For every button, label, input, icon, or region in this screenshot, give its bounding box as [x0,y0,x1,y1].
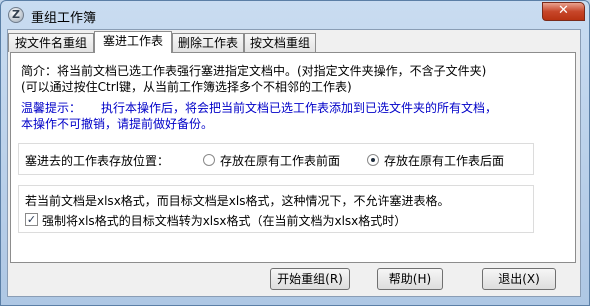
warning-line-2: 本操作不可撤销，请提前做好备份。 [21,117,214,131]
window-title: 重组工作簿 [31,11,97,26]
format-group: 若当前文档是xlsx格式，而目标文档是xls格式，这种情况下，不允许塞进表格。 … [18,185,534,233]
warning-line-1: 执行本操作后，将会把当前文档已选工作表添加到已选文件夹的所有文档， [101,101,498,115]
exit-button[interactable]: 退出(X) [482,268,556,290]
position-label: 塞进去的工作表存放位置： [25,154,170,168]
force-xlsx-checkbox[interactable]: ✓ [25,213,38,226]
close-button[interactable]: ✕ [542,2,585,21]
title-bar[interactable]: Z 重组工作簿 ✕ [1,1,589,29]
warning-label: 温馨提示： [21,101,82,115]
format-note: 若当前文档是xlsx格式，而目标文档是xls格式，这种情况下，不允许塞进表格。 [25,194,450,208]
position-group: 塞进去的工作表存放位置： 存放在原有工作表前面 存放在原有工作表后面 [18,143,534,175]
radio-after[interactable] [367,154,379,166]
radio-after-label[interactable]: 存放在原有工作表后面 [384,152,504,169]
tab-rebuild-by-document[interactable]: 按文档重组 [244,33,316,52]
intro-line-1: 简介：将当前文档已选工作表强行塞进指定文档中。(对指定文件夹操作，不含子文件夹) [21,64,487,78]
tab-insert-sheets[interactable]: 塞进工作表 [94,31,172,53]
tab-delete-sheets[interactable]: 删除工作表 [172,33,244,52]
app-icon: Z [8,7,24,23]
tab-panel: 简介：将当前文档已选工作表强行塞进指定文档中。(对指定文件夹操作，不含子文件夹)… [10,52,576,263]
tab-rebuild-by-filename[interactable]: 按文件名重组 [8,33,94,52]
intro-line-2: (可以通过按住Ctrl键，从当前工作簿选择多个不相邻的工作表) [21,80,352,94]
help-button[interactable]: 帮助(H) [377,268,443,290]
radio-before-label[interactable]: 存放在原有工作表前面 [220,152,340,169]
start-rebuild-button[interactable]: 开始重组(R) [270,268,350,290]
force-xlsx-label[interactable]: 强制将xls格式的目标文档转为xlsx格式（在当前文档为xlsx格式时） [42,212,406,229]
radio-before[interactable] [203,154,215,166]
